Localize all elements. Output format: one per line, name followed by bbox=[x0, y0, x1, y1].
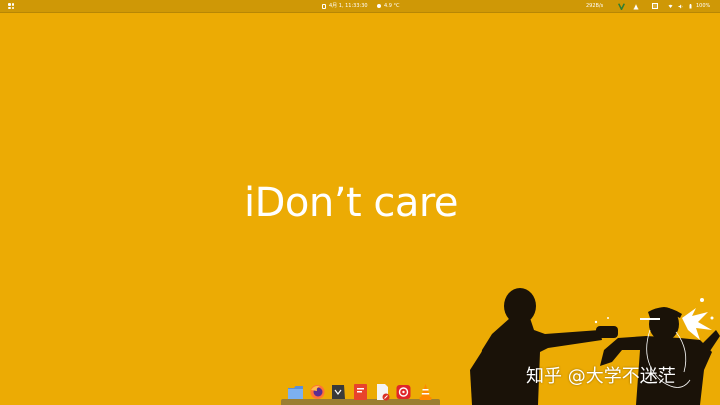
wps-presentation-icon[interactable] bbox=[352, 382, 369, 402]
dock bbox=[281, 378, 440, 405]
wallpaper-silhouettes bbox=[470, 288, 720, 405]
netease-music-icon[interactable] bbox=[395, 382, 412, 402]
vlc-icon[interactable] bbox=[417, 382, 434, 402]
files-icon[interactable] bbox=[287, 382, 304, 402]
firefox-icon[interactable] bbox=[309, 382, 326, 402]
typora-icon[interactable] bbox=[330, 382, 347, 402]
text-editor-icon[interactable] bbox=[374, 382, 391, 402]
watermark-text: 知乎 @大学不迷茫 bbox=[526, 366, 676, 387]
